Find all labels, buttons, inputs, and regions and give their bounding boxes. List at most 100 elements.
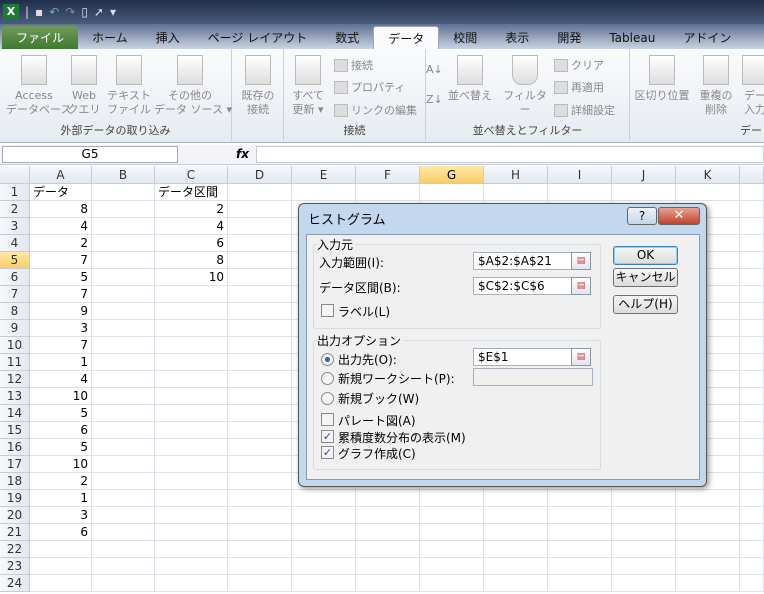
cell[interactable] (484, 490, 548, 507)
undo-icon[interactable]: ↶ (49, 5, 59, 19)
cell-A21[interactable]: 6 (30, 524, 92, 541)
cell[interactable] (228, 456, 292, 473)
cell[interactable] (228, 201, 292, 218)
cell[interactable] (548, 575, 612, 592)
close-icon[interactable]: ✕ (658, 207, 700, 225)
cell[interactable] (740, 388, 764, 405)
cell[interactable] (548, 541, 612, 558)
cell[interactable] (92, 235, 155, 252)
cell[interactable] (228, 184, 292, 201)
filter-button[interactable]: フィルター (500, 55, 550, 117)
cell[interactable] (740, 371, 764, 388)
new-worksheet-field[interactable] (473, 368, 593, 386)
cell[interactable] (155, 371, 228, 388)
cell[interactable] (548, 184, 612, 201)
cell[interactable] (228, 337, 292, 354)
row-header-17[interactable]: 17 (0, 456, 30, 473)
cell[interactable] (155, 490, 228, 507)
cell[interactable] (30, 541, 92, 558)
cell[interactable] (92, 337, 155, 354)
help-icon[interactable]: ? (627, 207, 657, 225)
cell-A3[interactable]: 4 (30, 218, 92, 235)
row-header-19[interactable]: 19 (0, 490, 30, 507)
cell[interactable] (155, 422, 228, 439)
cell[interactable] (92, 388, 155, 405)
cell[interactable] (228, 235, 292, 252)
reapply-button[interactable]: 再適用 (554, 79, 604, 95)
cell[interactable] (484, 524, 548, 541)
new-worksheet-radio[interactable] (321, 372, 334, 385)
select-all-corner[interactable] (0, 166, 30, 184)
cell[interactable] (155, 303, 228, 320)
cell[interactable] (356, 575, 420, 592)
sort-descending-icon[interactable]: Z↓ (426, 93, 443, 106)
new-workbook-radio[interactable] (321, 392, 334, 405)
row-header-20[interactable]: 20 (0, 507, 30, 524)
cell[interactable] (740, 320, 764, 337)
cell-A20[interactable]: 3 (30, 507, 92, 524)
cell[interactable] (228, 354, 292, 371)
cell[interactable] (292, 558, 356, 575)
cell[interactable] (292, 490, 356, 507)
cell[interactable] (356, 490, 420, 507)
customize-toolbar-icon[interactable]: ▾ (110, 5, 116, 19)
cell[interactable] (740, 473, 764, 490)
cell[interactable] (740, 439, 764, 456)
cell[interactable] (155, 405, 228, 422)
row-header-13[interactable]: 13 (0, 388, 30, 405)
labels-checkbox[interactable] (321, 304, 334, 317)
cell[interactable] (92, 269, 155, 286)
cell[interactable] (155, 337, 228, 354)
cell[interactable] (676, 507, 740, 524)
cell[interactable] (155, 456, 228, 473)
output-range-radio[interactable] (321, 353, 334, 366)
cell[interactable] (92, 507, 155, 524)
cell-A7[interactable]: 7 (30, 286, 92, 303)
cell[interactable] (228, 507, 292, 524)
cell-A16[interactable]: 5 (30, 439, 92, 456)
row-header-15[interactable]: 15 (0, 422, 30, 439)
row-header-5[interactable]: 5 (0, 252, 30, 269)
column-header-G[interactable]: G (420, 166, 484, 184)
cell[interactable] (612, 490, 676, 507)
column-header-I[interactable]: I (548, 166, 612, 184)
tab-3[interactable]: ページ レイアウト (194, 26, 322, 49)
cell[interactable] (92, 456, 155, 473)
from-text-button[interactable]: テキスト ファイル (106, 55, 152, 117)
cell[interactable] (484, 558, 548, 575)
cell[interactable] (92, 218, 155, 235)
row-header-22[interactable]: 22 (0, 541, 30, 558)
cell[interactable] (292, 184, 356, 201)
cell[interactable] (740, 354, 764, 371)
tab-5[interactable]: データ (373, 26, 440, 49)
row-header-9[interactable]: 9 (0, 320, 30, 337)
row-header-18[interactable]: 18 (0, 473, 30, 490)
cell[interactable] (92, 439, 155, 456)
row-header-10[interactable]: 10 (0, 337, 30, 354)
row-header-16[interactable]: 16 (0, 439, 30, 456)
cell-A9[interactable]: 3 (30, 320, 92, 337)
column-header-D[interactable]: D (228, 166, 292, 184)
column-header-E[interactable]: E (292, 166, 356, 184)
collapse-dialog-icon[interactable]: ▤ (571, 277, 591, 295)
row-header-1[interactable]: 1 (0, 184, 30, 201)
cell[interactable] (740, 575, 764, 592)
ok-button[interactable]: OK (613, 246, 678, 265)
cell[interactable] (676, 184, 740, 201)
edit-links-button[interactable]: リンクの編集 (334, 102, 417, 118)
cell[interactable] (92, 201, 155, 218)
cell[interactable] (155, 541, 228, 558)
cell[interactable] (92, 575, 155, 592)
cell[interactable] (484, 184, 548, 201)
cell[interactable] (740, 405, 764, 422)
column-header-J[interactable]: J (612, 166, 676, 184)
column-header-F[interactable]: F (356, 166, 420, 184)
row-header-4[interactable]: 4 (0, 235, 30, 252)
cell[interactable] (740, 507, 764, 524)
cell[interactable] (228, 439, 292, 456)
cell[interactable] (292, 507, 356, 524)
tab-10[interactable]: アドイン (669, 26, 745, 49)
cancel-button[interactable]: キャンセル (613, 268, 678, 287)
cell[interactable] (92, 286, 155, 303)
column-header-L[interactable] (740, 166, 764, 184)
